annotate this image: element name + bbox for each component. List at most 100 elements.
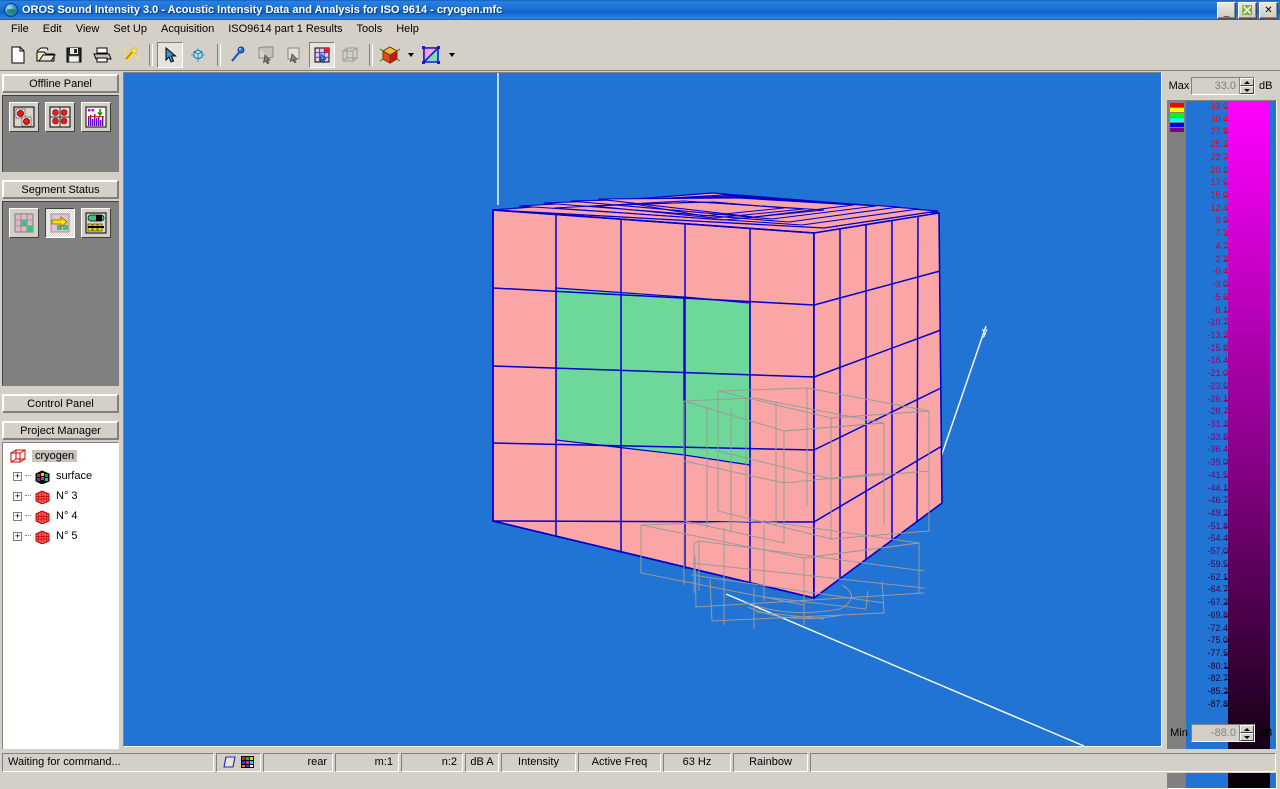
scale-tick-mark <box>1224 412 1228 414</box>
menu-view[interactable]: View <box>69 21 107 37</box>
scale-tick-mark <box>1224 145 1228 147</box>
paste-surface-button[interactable] <box>281 42 307 68</box>
mesh-grid-button[interactable] <box>309 41 335 68</box>
min-increment-button[interactable] <box>1240 725 1254 733</box>
globe-icon <box>3 2 19 18</box>
probe-pin-button[interactable] <box>225 42 251 68</box>
scale-tick-mark <box>1224 653 1228 655</box>
min-spinner[interactable]: -88.0 <box>1191 724 1255 742</box>
max-unit: dB <box>1259 80 1273 92</box>
scale-tick-mark <box>1224 501 1228 503</box>
scale-tick-mark <box>1224 259 1228 261</box>
menu-acquisition[interactable]: Acquisition <box>154 21 221 37</box>
tree-item-n3[interactable]: + N° 3 <box>3 486 118 506</box>
red-mesh-cube-icon <box>35 489 50 504</box>
scale-tick-mark <box>1224 641 1228 643</box>
cube-front-face <box>492 209 815 600</box>
segment-next-arrow-icon <box>50 213 70 233</box>
copy-surface-icon <box>258 46 274 64</box>
color-palette-icon <box>241 756 254 768</box>
menu-help[interactable]: Help <box>389 21 426 37</box>
tree-connector <box>25 535 31 537</box>
close-button[interactable]: ✕ <box>1259 2 1278 19</box>
max-increment-button[interactable] <box>1240 78 1254 86</box>
status-icons[interactable] <box>216 752 261 772</box>
control-panel-header[interactable]: Control Panel <box>2 394 119 413</box>
project-tree: cryogen + surface + N° 3 + N° 4 + N° 5 <box>2 442 119 759</box>
colored-cube-dropdown[interactable] <box>405 42 416 68</box>
print-icon <box>93 47 112 62</box>
copy-surface-button[interactable] <box>253 42 279 68</box>
min-decrement-button[interactable] <box>1240 733 1254 741</box>
segment-table-icon <box>85 212 107 234</box>
tree-expand-icon[interactable]: + <box>13 511 22 521</box>
single-segment-view-icon <box>13 106 35 128</box>
colored-cube-icon <box>379 45 401 64</box>
tree-item-n5[interactable]: + N° 5 <box>3 526 118 546</box>
minimize-button[interactable]: _ <box>1217 2 1236 19</box>
tree-item-n4[interactable]: + N° 4 <box>3 506 118 526</box>
menu-file[interactable]: File <box>4 21 36 37</box>
chevron-up-icon <box>1244 80 1250 84</box>
rotate-object-button[interactable] <box>185 42 211 68</box>
tree-expand-icon[interactable]: + <box>13 471 22 481</box>
scale-tick-mark <box>1224 386 1228 388</box>
colored-cube-button[interactable] <box>377 42 403 68</box>
shaded-triangle-button[interactable] <box>418 42 444 68</box>
tree-item-cryogen[interactable]: cryogen <box>3 446 118 466</box>
3d-viewport[interactable]: y <box>123 72 1162 747</box>
scale-tick-mark <box>1224 552 1228 554</box>
max-value-row: Max 33.0 dB <box>1164 72 1280 97</box>
menubar: File Edit View Set Up Acquisition ISO961… <box>0 20 1280 39</box>
tree-expand-icon[interactable]: + <box>13 491 22 501</box>
scale-tick-mark <box>1224 603 1228 605</box>
window-titlebar: OROS Sound Intensity 3.0 - Acoustic Inte… <box>0 0 1280 20</box>
print-button[interactable] <box>89 42 115 68</box>
project-manager-header[interactable]: Project Manager <box>2 421 119 440</box>
segment-next-arrow-button[interactable] <box>45 208 75 238</box>
scale-tick-mark <box>1224 679 1228 681</box>
main-toolbar <box>0 39 1280 71</box>
wireframe-cube-button[interactable] <box>337 42 363 68</box>
menu-edit[interactable]: Edit <box>36 21 69 37</box>
restore-button[interactable]: ❎ <box>1238 2 1257 19</box>
scale-tick-mark <box>1224 285 1228 287</box>
segment-table-button[interactable] <box>81 208 111 238</box>
scale-tick-mark <box>1224 335 1228 337</box>
max-value[interactable]: 33.0 <box>1192 78 1239 94</box>
new-document-icon <box>11 46 25 63</box>
offline-panel-header[interactable]: Offline Panel <box>2 74 119 93</box>
new-document-button[interactable] <box>5 42 31 68</box>
min-value[interactable]: -88.0 <box>1192 725 1239 741</box>
menu-iso9614-part1-results[interactable]: ISO9614 part 1 Results <box>221 21 349 37</box>
magic-wand-button[interactable] <box>117 42 143 68</box>
spectrum-chart-button[interactable] <box>81 102 111 132</box>
select-arrow-button[interactable] <box>157 41 183 68</box>
save-button[interactable] <box>61 42 87 68</box>
segment-grid-button[interactable] <box>9 208 39 238</box>
mesh-grid-icon <box>314 47 330 63</box>
scale-tick-mark <box>1224 564 1228 566</box>
cube-right-face <box>813 212 943 600</box>
scale-tick-mark <box>1224 577 1228 579</box>
max-spinner[interactable]: 33.0 <box>1191 77 1255 95</box>
single-segment-view-button[interactable] <box>9 102 39 132</box>
tree-item-surface[interactable]: + surface <box>3 466 118 486</box>
shape-tool-icon <box>223 756 236 768</box>
scale-tick-mark <box>1224 526 1228 528</box>
status-message: Waiting for command... <box>2 752 214 772</box>
open-file-button[interactable] <box>33 42 59 68</box>
toolbar-separator <box>217 43 221 66</box>
shaded-triangle-dropdown[interactable] <box>446 42 457 68</box>
window-controls: _ ❎ ✕ <box>1217 2 1278 19</box>
menu-setup[interactable]: Set Up <box>106 21 154 37</box>
menu-tools[interactable]: Tools <box>350 21 390 37</box>
tree-expand-icon[interactable]: + <box>13 531 22 541</box>
scale-tick-mark <box>1224 107 1228 108</box>
segment-status-header[interactable]: Segment Status <box>2 180 119 199</box>
scale-tick-mark <box>1224 132 1228 134</box>
quad-segment-view-button[interactable] <box>45 102 75 132</box>
color-scale-body: 33.0 30.4 27.9 25.3 22.7 20.1 17.6 15.0 12.4 9.9 7… <box>1167 100 1277 789</box>
scale-tick-mark <box>1224 463 1228 465</box>
max-decrement-button[interactable] <box>1240 86 1254 94</box>
